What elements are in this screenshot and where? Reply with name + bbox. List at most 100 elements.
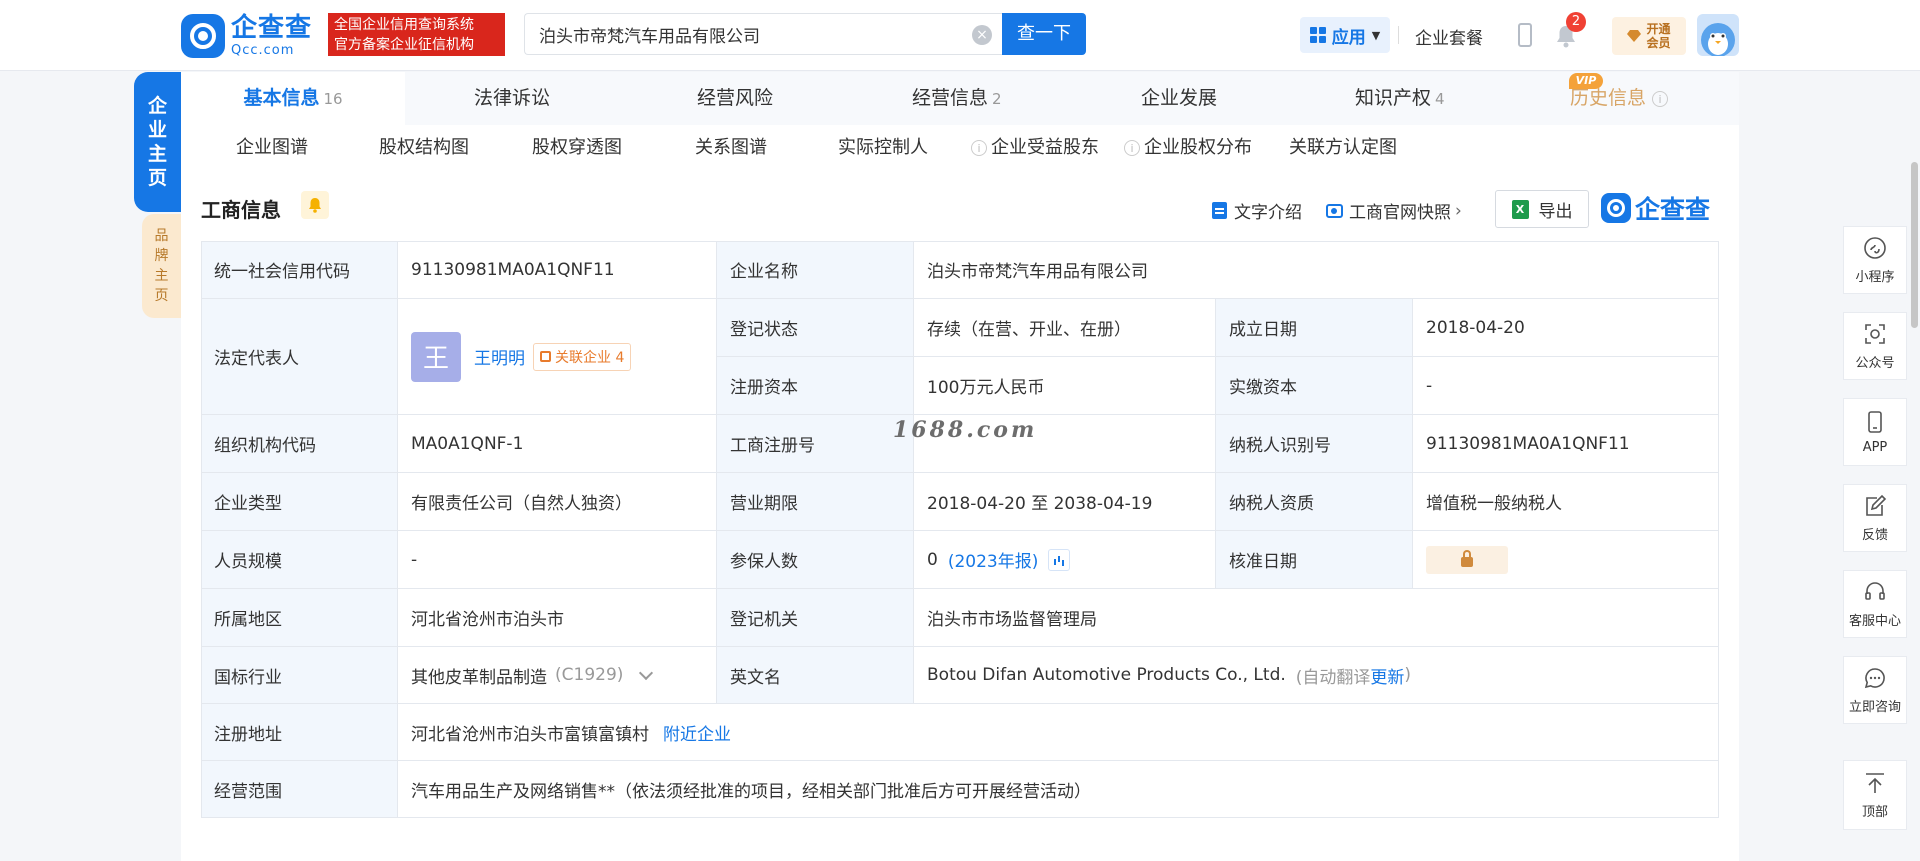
tab-ip[interactable]: 知识产权 4 bbox=[1355, 72, 1445, 125]
app-button[interactable]: APP bbox=[1843, 398, 1907, 466]
consult-button[interactable]: 立即咨询 bbox=[1843, 656, 1907, 724]
export-button[interactable]: X 导出 bbox=[1495, 190, 1589, 228]
camera-icon bbox=[1326, 203, 1343, 218]
qcc-logo-icon bbox=[181, 14, 225, 58]
document-icon bbox=[1212, 202, 1227, 219]
edit-icon bbox=[1866, 494, 1887, 516]
term-value: 2018-04-20 至 2038-04-19 bbox=[914, 473, 1216, 531]
nearby-companies-link[interactable]: 附近企业 bbox=[663, 720, 731, 745]
package-link[interactable]: 企业套餐 bbox=[1415, 24, 1483, 49]
official-account-button[interactable]: 公众号 bbox=[1843, 312, 1907, 380]
feedback-button[interactable]: 反馈 bbox=[1843, 484, 1907, 552]
tab-count: 16 bbox=[323, 90, 343, 108]
tab-label: 知识产权 bbox=[1355, 87, 1432, 109]
authority-label: 登记机关 bbox=[717, 589, 914, 647]
user-avatar[interactable] bbox=[1697, 14, 1739, 56]
qcc-logo[interactable]: 企查查 Qcc.com bbox=[181, 14, 312, 58]
subtab-equity-penetration[interactable]: 股权穿透图 bbox=[532, 125, 622, 170]
authority-value: 泊头市市场监督管理局 bbox=[914, 589, 1719, 647]
company-type-value: 有限责任公司（自然人独资） bbox=[398, 473, 717, 531]
apps-label: 应用 bbox=[1331, 27, 1366, 48]
subtab-graph[interactable]: 企业图谱 bbox=[236, 125, 308, 170]
main-panel: 基本信息 16 法律诉讼 经营风险 经营信息 2 企业发展 知识产权 4 历史信息 i … bbox=[181, 72, 1739, 861]
staff-label: 人员规模 bbox=[201, 531, 398, 589]
diamond-icon bbox=[1627, 30, 1642, 42]
tab-development[interactable]: 企业发展 bbox=[1141, 72, 1217, 125]
address-label: 注册地址 bbox=[201, 704, 398, 761]
notification-badge: 2 bbox=[1566, 12, 1586, 32]
business-info-table: 统一社会信用代码 91130981MA0A1QNF11 企业名称 泊头市帝梵汽车… bbox=[201, 241, 1719, 818]
mobile-icon[interactable] bbox=[1518, 23, 1532, 47]
tab-legal[interactable]: 法律诉讼 bbox=[474, 72, 550, 125]
search-input[interactable] bbox=[539, 14, 959, 54]
caret-down-icon: ▼ bbox=[1371, 28, 1381, 42]
company-home-char: 企 bbox=[147, 95, 167, 117]
customer-service-label: 客服中心 bbox=[1848, 613, 1901, 629]
subtab-equity-structure[interactable]: 股权结构图 bbox=[379, 125, 469, 170]
subtab-equity-distribution[interactable]: i 企业股权分布 bbox=[1124, 125, 1252, 170]
company-home-tab[interactable]: 企 业 主 页 bbox=[134, 72, 181, 212]
mini-program-label: 小程序 bbox=[1855, 269, 1895, 285]
monitor-bell-button[interactable] bbox=[301, 191, 329, 219]
tab-count: 4 bbox=[1435, 90, 1445, 108]
subtab-relation[interactable]: 关系图谱 bbox=[695, 125, 767, 170]
consult-label: 立即咨询 bbox=[1848, 699, 1901, 715]
customer-service-button[interactable]: 客服中心 bbox=[1843, 570, 1907, 638]
top-header: 企查查 Qcc.com 全国企业信用查询系统 官方备案企业征信机构 × 查一下 … bbox=[0, 0, 1920, 71]
insured-year-link[interactable]: (2023年报) bbox=[948, 547, 1039, 572]
brand-home-tab[interactable]: 品 牌 主 页 bbox=[142, 214, 181, 318]
tab-operation[interactable]: 经营信息 2 bbox=[912, 72, 1002, 125]
tab-label: 法律诉讼 bbox=[474, 87, 551, 109]
capital-label: 注册资本 bbox=[717, 357, 914, 415]
address-cell: 河北省沧州市泊头市富镇富镇村 附近企业 bbox=[398, 704, 1719, 761]
legal-rep-label: 法定代表人 bbox=[201, 299, 398, 415]
clear-icon[interactable]: × bbox=[972, 25, 992, 45]
tab-count: 2 bbox=[992, 90, 1002, 108]
lock-icon bbox=[1461, 549, 1473, 567]
company-home-char: 业 bbox=[147, 119, 167, 141]
tab-risk[interactable]: 经营风险 bbox=[697, 72, 773, 125]
auto-translate-note: (自动翻译 bbox=[1295, 667, 1371, 688]
sub-tabs: 企业图谱 股权结构图 股权穿透图 关系图谱 实际控制人 i 企业受益股东 i 企业股… bbox=[181, 125, 1739, 170]
vip-locked-value[interactable] bbox=[1426, 545, 1508, 574]
company-name-label: 企业名称 bbox=[717, 241, 914, 299]
legal-rep-name[interactable]: 王明明 bbox=[474, 344, 525, 369]
legal-rep-avatar[interactable]: 王 bbox=[411, 331, 461, 382]
text-intro-button[interactable]: 文字介绍 bbox=[1212, 198, 1302, 223]
insured-label: 参保人数 bbox=[717, 531, 914, 589]
approve-date-cell bbox=[1413, 531, 1719, 589]
chevron-down-icon[interactable] bbox=[639, 665, 654, 681]
status-value: 存续（在营、开业、在册） bbox=[914, 299, 1216, 357]
logo-cn-text: 企查查 bbox=[231, 13, 313, 43]
mobile-icon bbox=[1868, 410, 1882, 433]
badge-line-1: 全国企业信用查询系统 bbox=[334, 17, 474, 33]
info-icon: i bbox=[971, 140, 987, 156]
snapshot-button[interactable]: 工商官网快照 › bbox=[1326, 198, 1462, 223]
vip-open-button[interactable]: 开通 会员 bbox=[1612, 17, 1686, 55]
staff-value: - bbox=[398, 531, 717, 589]
insured-cell: 0 (2023年报) bbox=[914, 531, 1216, 589]
tax-qual-value: 增值税一般纳税人 bbox=[1413, 473, 1719, 531]
region-value: 河北省沧州市泊头市 bbox=[398, 589, 717, 647]
tab-basic-info[interactable]: 基本信息 16 bbox=[181, 72, 405, 125]
update-translation-link[interactable]: 更新 bbox=[1370, 663, 1404, 688]
subtab-related-party[interactable]: 关联方认定图 bbox=[1289, 125, 1397, 170]
logo-en-text: Qcc.com bbox=[231, 43, 295, 58]
page-scrollbar[interactable] bbox=[1911, 162, 1918, 328]
back-to-top-button[interactable]: 顶部 bbox=[1843, 760, 1907, 830]
brand-home-char: 主 bbox=[154, 268, 169, 284]
industry-cell[interactable]: 其他皮革制品制造 (C1929) bbox=[398, 647, 717, 704]
mini-program-button[interactable]: 小程序 bbox=[1843, 226, 1907, 294]
arrow-up-icon bbox=[1866, 772, 1884, 793]
related-companies-tag[interactable]: 关联企业 4 bbox=[533, 342, 632, 371]
subtab-controller[interactable]: 实际控制人 bbox=[838, 125, 928, 170]
tab-label: 经营信息 bbox=[912, 87, 989, 109]
search-button[interactable]: 查一下 bbox=[1002, 13, 1086, 55]
subtab-label: 企业受益股东 bbox=[991, 137, 1099, 158]
subtab-beneficiary[interactable]: i 企业受益股东 bbox=[971, 125, 1099, 170]
trend-chart-icon[interactable] bbox=[1048, 548, 1071, 571]
apps-button[interactable]: 应用 ▼ bbox=[1300, 17, 1390, 53]
industry-code: (C1929) bbox=[555, 665, 624, 685]
search-box: × bbox=[524, 13, 1002, 55]
paid-capital-label: 实缴资本 bbox=[1216, 357, 1413, 415]
